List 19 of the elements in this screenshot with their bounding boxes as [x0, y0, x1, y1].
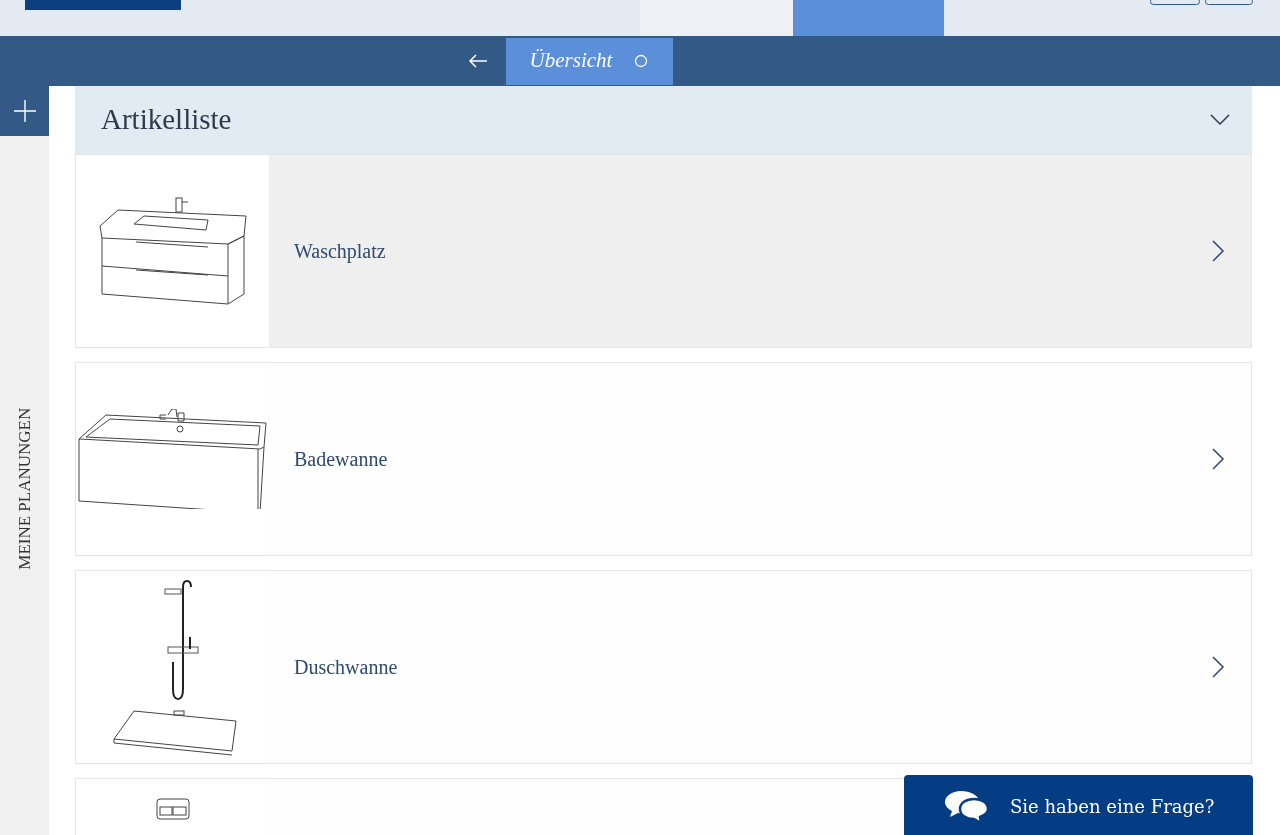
- plus-icon: [13, 100, 36, 122]
- sidebar-label[interactable]: MEINE PLANUNGEN: [12, 403, 38, 574]
- article-label: Badewanne: [294, 447, 389, 472]
- chevron-right-icon: [1211, 447, 1225, 471]
- list-header[interactable]: Artikelliste: [75, 86, 1252, 154]
- add-button[interactable]: [0, 86, 49, 136]
- chat-bubbles-icon: [944, 790, 990, 824]
- back-arrow-icon[interactable]: [467, 53, 488, 69]
- list-title: Artikelliste: [101, 102, 232, 138]
- flush-plate-icon: [154, 797, 191, 821]
- article-row[interactable]: Waschplatz: [75, 154, 1252, 348]
- article-label: Duschwanne: [294, 655, 399, 680]
- article-row[interactable]: Duschwanne: [75, 570, 1252, 764]
- circle-icon: [634, 54, 649, 68]
- chat-toast[interactable]: Sie haben eine Frage?: [904, 775, 1253, 835]
- article-row[interactable]: Badewanne: [75, 362, 1252, 556]
- chevron-right-icon: [1211, 655, 1225, 679]
- chevron-right-icon: [1211, 239, 1225, 263]
- article-label: Waschplatz: [294, 239, 387, 265]
